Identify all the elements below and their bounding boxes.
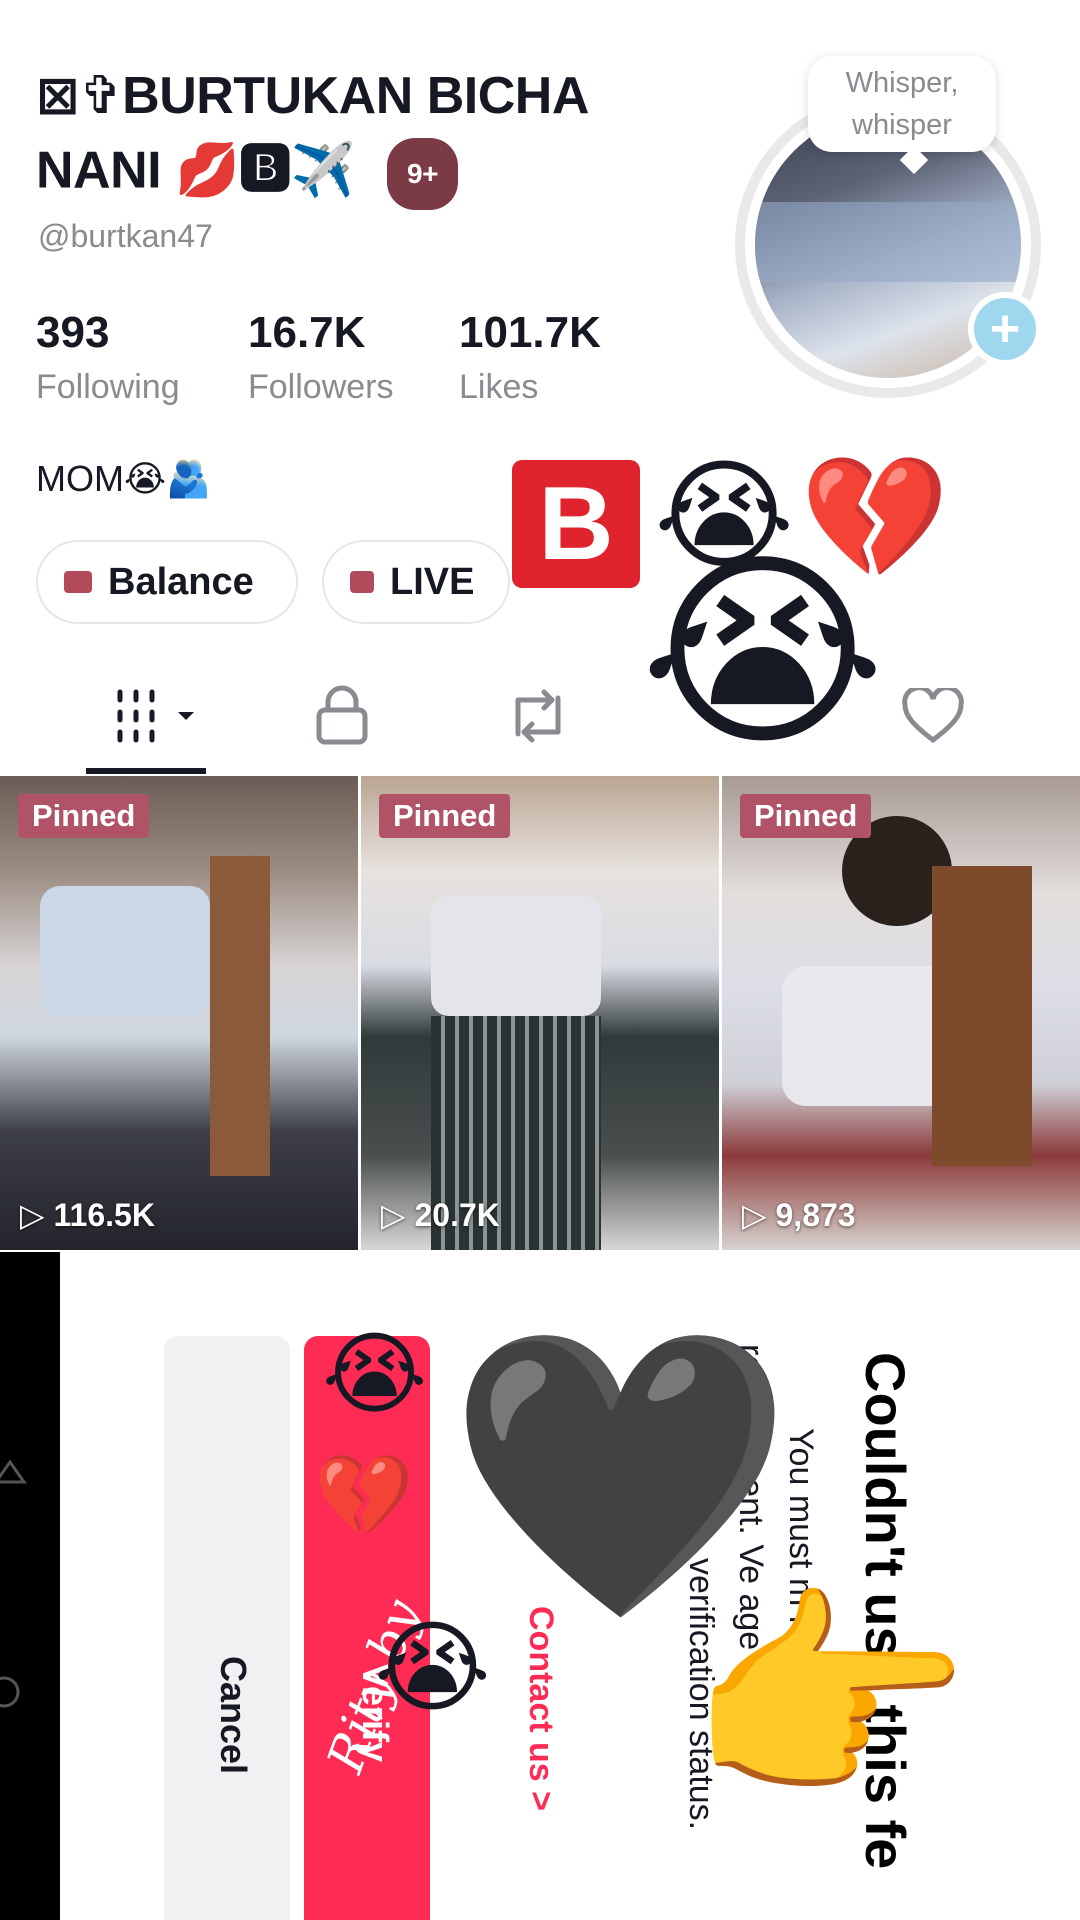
view-count: ▷ 20.7K — [381, 1197, 500, 1233]
contact-us-link[interactable]: Contact us > — [521, 1606, 560, 1811]
pointing-hand-sticker-icon: 👉 — [686, 1570, 973, 1827]
grid-icon — [117, 689, 194, 743]
pinned-badge: Pinned — [18, 794, 150, 838]
avatar-photo-detail — [755, 202, 1021, 282]
stat-label: Followers — [248, 368, 394, 406]
active-tab-indicator — [86, 768, 206, 774]
live-label: LIVE — [390, 560, 475, 603]
b-sticker-icon: B — [512, 460, 640, 588]
live-button[interactable]: LIVE — [322, 540, 510, 624]
avatar-note-text: Whisper, whisper — [845, 67, 959, 141]
balance-label: Balance — [108, 560, 254, 603]
crying-face-large-sticker-icon: 😭 — [640, 535, 886, 770]
crying-face-small-sticker-icon: 😭 — [322, 1325, 428, 1425]
broken-heart-small-sticker-icon: 💔 — [314, 1451, 414, 1540]
stat-value: 393 — [36, 308, 110, 357]
stat-value: 16.7K — [248, 308, 366, 357]
tab-videos[interactable] — [116, 686, 202, 751]
avatar-note-bubble[interactable]: Whisper, whisper — [808, 56, 996, 152]
video-tile[interactable]: Pinned ▷ 9,873 — [722, 776, 1080, 1250]
video-thumb-door — [932, 866, 1032, 1166]
notification-badge[interactable]: 9+ — [387, 138, 458, 210]
view-count-value: 9,873 — [775, 1197, 856, 1233]
video-tile[interactable]: Pinned ▷ 116.5K — [0, 776, 358, 1250]
video-tile[interactable]: Pinned ▷ 20.7K — [361, 776, 719, 1250]
view-count: ▷ 116.5K — [20, 1197, 155, 1233]
tab-private[interactable] — [314, 684, 370, 751]
profile-name-line2: NANI 💋🅱✈️ 9+ — [36, 138, 458, 210]
cancel-label: Cancel — [213, 1656, 254, 1775]
pinned-badge: Pinned — [379, 794, 511, 838]
profile-name-line1: ⊠✞BURTUKAN BICHA — [36, 67, 589, 125]
profile-name-text: NANI 💋🅱✈️ — [36, 141, 356, 200]
view-count: ▷ 9,873 — [742, 1197, 856, 1233]
add-story-button[interactable]: + — [968, 292, 1042, 366]
live-chart-icon — [350, 571, 374, 593]
crying-face-verify-sticker-icon: 😭 — [374, 1612, 491, 1724]
cancel-button[interactable]: Cancel — [164, 1336, 290, 1920]
tab-reposts[interactable] — [506, 686, 570, 751]
stat-following[interactable]: 393 Following — [36, 308, 180, 407]
repost-icon — [515, 689, 561, 743]
stat-value: 101.7K — [459, 308, 601, 357]
stat-likes[interactable]: 101.7K Likes — [459, 308, 601, 407]
nav-back-icon — [0, 1459, 27, 1708]
backdrop-strip — [0, 1252, 60, 1920]
video-thumb-door — [210, 856, 270, 1176]
wallet-icon — [64, 571, 92, 593]
pinned-badge: Pinned — [740, 794, 872, 838]
lock-icon — [316, 685, 368, 745]
video-thumb-figure — [431, 896, 601, 1016]
video-thumb-figure — [40, 886, 210, 1016]
balance-button[interactable]: Balance — [36, 540, 298, 624]
tab-liked[interactable] — [902, 685, 964, 749]
heart-icon — [902, 685, 964, 744]
stat-label: Likes — [459, 368, 539, 406]
view-count-value: 20.7K — [414, 1197, 500, 1233]
profile-handle: @burtkan47 — [38, 218, 213, 254]
stat-followers[interactable]: 16.7K Followers — [248, 308, 393, 407]
view-count-value: 116.5K — [53, 1197, 155, 1233]
profile-bio: MOM😭🫂 — [36, 458, 211, 499]
stat-label: Following — [36, 368, 180, 406]
